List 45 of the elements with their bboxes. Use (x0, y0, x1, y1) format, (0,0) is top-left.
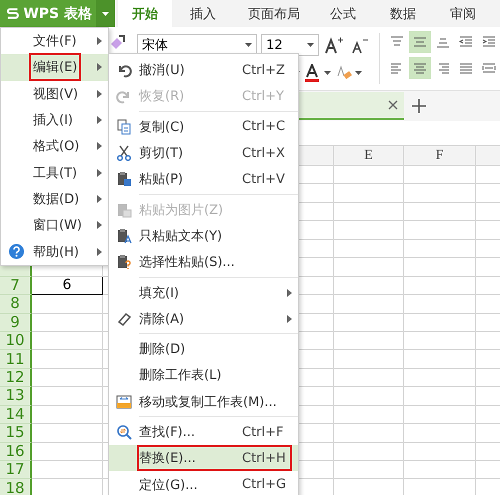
menu-item[interactable]: 文件(F) (1, 28, 108, 54)
menu-item[interactable]: 格式(O) (1, 133, 108, 160)
menu-item[interactable]: 删除(D) (109, 336, 298, 362)
menu-item[interactable]: 剪切(T) Ctrl+X (109, 140, 298, 166)
font-size-select[interactable]: 12 (261, 34, 320, 56)
row-header[interactable]: 12 (0, 368, 32, 388)
row-header[interactable]: 13 (0, 387, 32, 406)
row-header[interactable]: 8 (0, 295, 32, 314)
row-header[interactable]: 15 (0, 424, 32, 443)
row-header[interactable]: 9 (0, 314, 32, 332)
menu-item[interactable]: 只粘贴文本(Y) (109, 222, 298, 250)
ribbon-tab[interactable]: 公式 (314, 0, 372, 27)
row-header[interactable]: 16 (0, 442, 32, 461)
menu-item[interactable]: 帮助(H) (1, 238, 108, 265)
menu-item[interactable]: 填充(I) (109, 279, 298, 306)
menu-item[interactable]: 插入(I) (1, 106, 108, 134)
row-header[interactable]: 11 (0, 350, 32, 369)
menu-item[interactable]: 工具(T) (1, 159, 108, 186)
ribbon-tab[interactable]: 审阅 (434, 0, 492, 27)
table-cell: 6 (32, 276, 103, 296)
ribbon-tab[interactable]: 开始 (118, 0, 172, 27)
menu-item[interactable]: 数据(D) (1, 186, 108, 212)
row-header[interactable]: 10 (0, 332, 32, 350)
menu-item[interactable]: 粘贴(P) Ctrl+V (109, 166, 298, 192)
menu-item[interactable]: 删除工作表(L) (109, 362, 298, 389)
column-header[interactable]: F (404, 146, 476, 166)
ribbon-tab[interactable]: 插入 (172, 0, 234, 27)
menu-item[interactable]: 替换(E)... Ctrl+H (109, 445, 298, 472)
menu-item[interactable]: 定位(G)... Ctrl+G (109, 471, 298, 495)
menu-item[interactable]: 清除(A) (109, 306, 298, 332)
menu-item[interactable]: 视图(V) (1, 80, 108, 107)
menu-item[interactable]: 复制(C) Ctrl+C (109, 114, 298, 140)
row-header[interactable]: 14 (0, 406, 32, 424)
column-header[interactable]: E (334, 146, 404, 166)
menu-item[interactable]: 编辑(E) (1, 54, 108, 81)
menu-item[interactable]: 选择性粘贴(S)... (109, 249, 298, 276)
menu-item[interactable]: 查找(F)... Ctrl+F (109, 418, 298, 446)
row-header[interactable]: 17 (0, 461, 32, 480)
ribbon-tab[interactable]: 页面布局 (234, 0, 314, 27)
menu-item[interactable]: 撤消(U) Ctrl+Z (109, 57, 298, 84)
row-header[interactable]: 7 (0, 276, 32, 296)
menu-item[interactable]: 移动或复制工作表(M)... (109, 388, 298, 415)
menu-item[interactable]: 窗口(W) (1, 212, 108, 238)
row-header[interactable]: 18 (0, 479, 32, 495)
ribbon-tab[interactable]: 数据 (372, 0, 434, 27)
